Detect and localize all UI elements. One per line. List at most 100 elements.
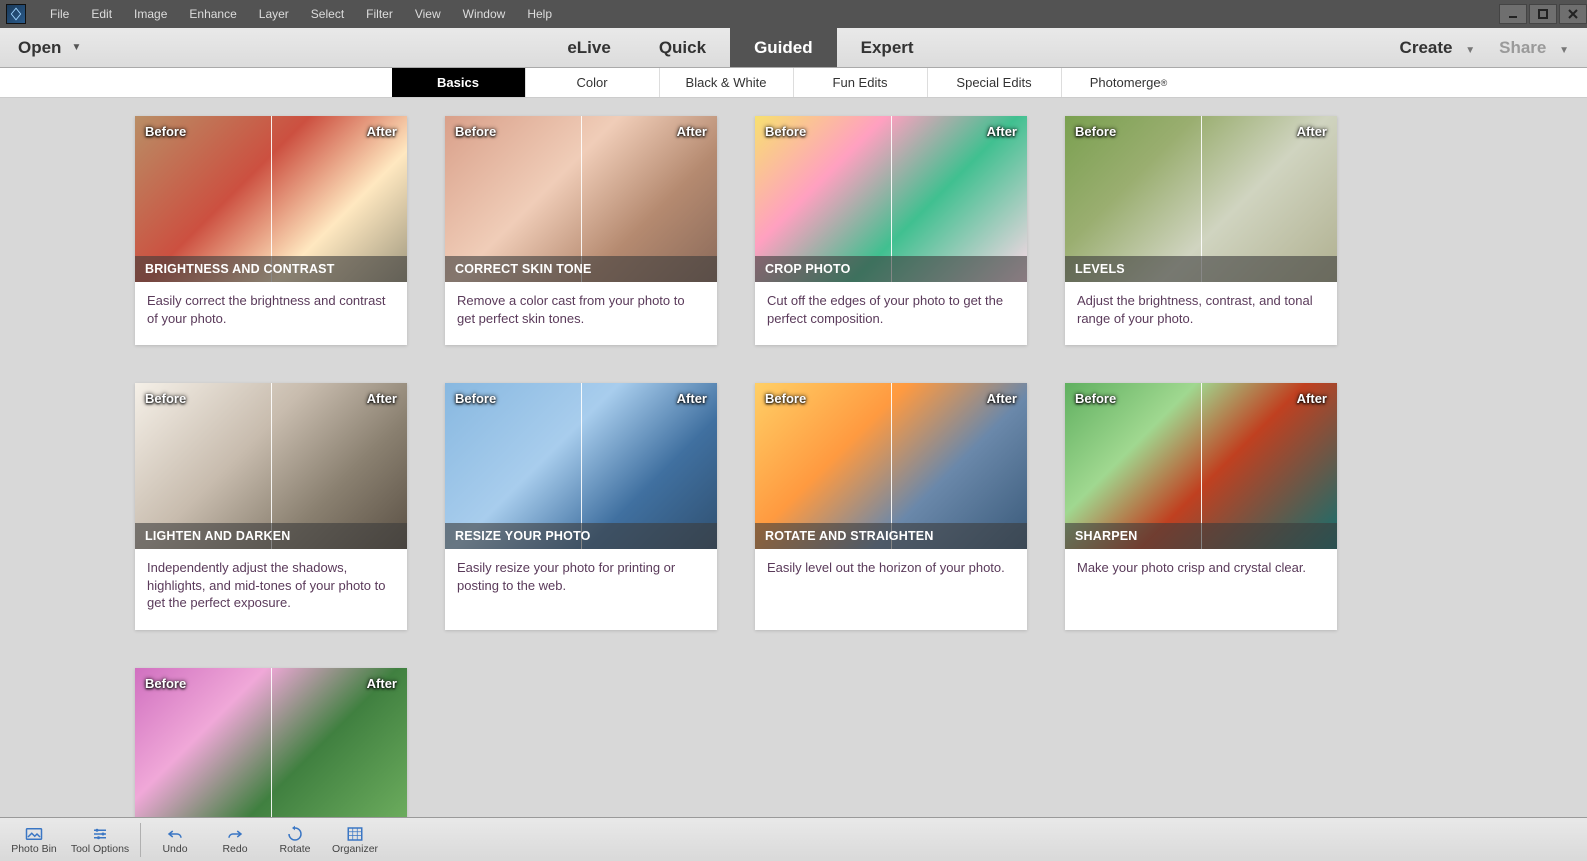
guided-card-sharpen[interactable]: BeforeAfterSHARPENMake your photo crisp … xyxy=(1065,383,1337,630)
card-thumbnail: BeforeAfterLIGHTEN AND DARKEN xyxy=(135,383,407,549)
before-label: Before xyxy=(1075,124,1116,139)
bottom-toolbar: Photo Bin Tool Options Undo Redo Rotate … xyxy=(0,817,1587,861)
before-label: Before xyxy=(1075,391,1116,406)
after-label: After xyxy=(987,124,1017,139)
mode-tab-expert[interactable]: Expert xyxy=(837,28,938,67)
organizer-label: Organizer xyxy=(332,843,378,855)
menu-help[interactable]: Help xyxy=(517,3,562,25)
guided-card-crop-photo[interactable]: BeforeAfterCROP PHOTOCut off the edges o… xyxy=(755,116,1027,345)
redo-button[interactable]: Redo xyxy=(205,819,265,861)
menu-bar: FileEditImageEnhanceLayerSelectFilterVie… xyxy=(40,3,562,25)
category-tab-black-white[interactable]: Black & White xyxy=(660,68,794,97)
close-button[interactable] xyxy=(1559,4,1587,24)
card-title: LIGHTEN AND DARKEN xyxy=(135,523,407,549)
menu-view[interactable]: View xyxy=(405,3,451,25)
card-thumbnail: BeforeAfterLEVELS xyxy=(1065,116,1337,282)
menu-select[interactable]: Select xyxy=(301,3,354,25)
guided-card-levels[interactable]: BeforeAfterLEVELSAdjust the brightness, … xyxy=(1065,116,1337,345)
category-tab-fun-edits[interactable]: Fun Edits xyxy=(794,68,928,97)
tool-options-button[interactable]: Tool Options xyxy=(64,819,136,861)
before-label: Before xyxy=(455,391,496,406)
menu-layer[interactable]: Layer xyxy=(249,3,299,25)
card-description: Easily correct the brightness and contra… xyxy=(135,282,407,345)
minimize-button[interactable] xyxy=(1499,4,1527,24)
menu-image[interactable]: Image xyxy=(124,3,177,25)
registered-icon: ® xyxy=(1161,78,1168,88)
card-title: LEVELS xyxy=(1065,256,1337,282)
guided-card-correct-skin-tone[interactable]: Before After CORRECT SKIN TONERemove a col… xyxy=(445,116,717,345)
before-label: Before xyxy=(145,391,186,406)
redo-label: Redo xyxy=(222,843,247,855)
mode-tab-elive[interactable]: eLive xyxy=(543,28,634,67)
menu-file[interactable]: File xyxy=(40,3,79,25)
card-description: Remove a color cast from your photo to g… xyxy=(445,282,717,345)
before-after-divider xyxy=(271,668,272,817)
mode-tab-guided[interactable]: Guided xyxy=(730,28,837,67)
before-label: Before xyxy=(145,124,186,139)
title-bar: FileEditImageEnhanceLayerSelectFilterVie… xyxy=(0,0,1587,28)
category-tab-label: Special Edits xyxy=(956,75,1031,90)
category-tab-special-edits[interactable]: Special Edits xyxy=(928,68,1062,97)
main-content: BeforeAfterBRIGHTNESS AND CONTRASTEasily… xyxy=(0,98,1587,817)
before-label: Before xyxy=(145,676,186,691)
category-tab-label: Basics xyxy=(437,75,479,90)
organizer-button[interactable]: Organizer xyxy=(325,819,385,861)
maximize-button[interactable] xyxy=(1529,4,1557,24)
card-title: SHARPEN xyxy=(1065,523,1337,549)
guided-card-lighten-and-darken[interactable]: BeforeAfterLIGHTEN AND DARKENIndependent… xyxy=(135,383,407,630)
menu-enhance[interactable]: Enhance xyxy=(179,3,246,25)
card-title: RESIZE YOUR PHOTO xyxy=(445,523,717,549)
card-description: Easily resize your photo for printing or… xyxy=(445,549,717,612)
main-toolbar: Open ▼ eLiveQuickGuidedExpert Create ▼ S… xyxy=(0,28,1587,68)
card-title: CORRECT SKIN TONE xyxy=(445,256,717,282)
card-description: Make your photo crisp and crystal clear. xyxy=(1065,549,1337,611)
card-thumbnail: BeforeAfterSHARPEN xyxy=(1065,383,1337,549)
card-thumbnail: BeforeAfterCROP PHOTO xyxy=(755,116,1027,282)
photo-bin-button[interactable]: Photo Bin xyxy=(4,819,64,861)
mode-tab-quick[interactable]: Quick xyxy=(635,28,730,67)
category-tab-label: Color xyxy=(576,75,607,90)
menu-window[interactable]: Window xyxy=(453,3,516,25)
open-button[interactable]: Open ▼ xyxy=(0,28,81,67)
guided-edit-grid: BeforeAfterBRIGHTNESS AND CONTRASTEasily… xyxy=(135,116,1485,817)
menu-filter[interactable]: Filter xyxy=(356,3,403,25)
category-tab-label: Photomerge xyxy=(1090,75,1161,90)
after-label: After xyxy=(677,124,707,139)
category-tab-photomerge[interactable]: Photomerge® xyxy=(1062,68,1196,97)
tool-options-label: Tool Options xyxy=(71,843,129,855)
category-tab-color[interactable]: Color xyxy=(526,68,660,97)
guided-card-vignette-effect[interactable]: Before After xyxy=(135,668,407,817)
card-description: Easily level out the horizon of your pho… xyxy=(755,549,1027,611)
after-label: After xyxy=(677,391,707,406)
card-description: Cut off the edges of your photo to get t… xyxy=(755,282,1027,345)
mode-tabs: eLiveQuickGuidedExpert xyxy=(543,28,937,67)
category-tabs: Basics Color Black & White Fun Edits Special… xyxy=(0,68,1587,98)
guided-card-brightness-and-contrast[interactable]: BeforeAfterBRIGHTNESS AND CONTRASTEasily… xyxy=(135,116,407,345)
chevron-down-icon: ▼ xyxy=(1559,45,1569,56)
share-label: Share xyxy=(1499,38,1546,57)
guided-card-rotate-and-straighten[interactable]: BeforeAfterROTATE AND STRAIGHTENEasily l… xyxy=(755,383,1027,630)
undo-label: Undo xyxy=(162,843,187,855)
before-label: Before xyxy=(765,391,806,406)
card-title: ROTATE AND STRAIGHTEN xyxy=(755,523,1027,549)
rotate-button[interactable]: Rotate xyxy=(265,819,325,861)
card-thumbnail: BeforeAfterROTATE AND STRAIGHTEN xyxy=(755,383,1027,549)
after-label: After xyxy=(367,676,397,691)
category-tab-basics[interactable]: Basics xyxy=(392,68,526,97)
card-thumbnail: Before After CORRECT SKIN TONE xyxy=(445,116,717,282)
card-thumbnail: Before After RESIZE YOUR PHOTO xyxy=(445,383,717,549)
rotate-label: Rotate xyxy=(280,843,311,855)
separator xyxy=(140,823,141,857)
after-label: After xyxy=(367,124,397,139)
card-description: Adjust the brightness, contrast, and ton… xyxy=(1065,282,1337,345)
open-label: Open xyxy=(18,38,61,58)
chevron-down-icon: ▼ xyxy=(1465,45,1475,56)
menu-edit[interactable]: Edit xyxy=(81,3,122,25)
guided-card-resize-your-photo[interactable]: Before After RESIZE YOUR PHOTOEasily resiz… xyxy=(445,383,717,630)
undo-button[interactable]: Undo xyxy=(145,819,205,861)
card-thumbnail: Before After xyxy=(135,668,407,817)
create-button[interactable]: Create ▼ xyxy=(1400,38,1476,58)
before-label: Before xyxy=(455,124,496,139)
share-button[interactable]: Share ▼ xyxy=(1499,38,1569,58)
category-tab-label: Black & White xyxy=(686,75,767,90)
